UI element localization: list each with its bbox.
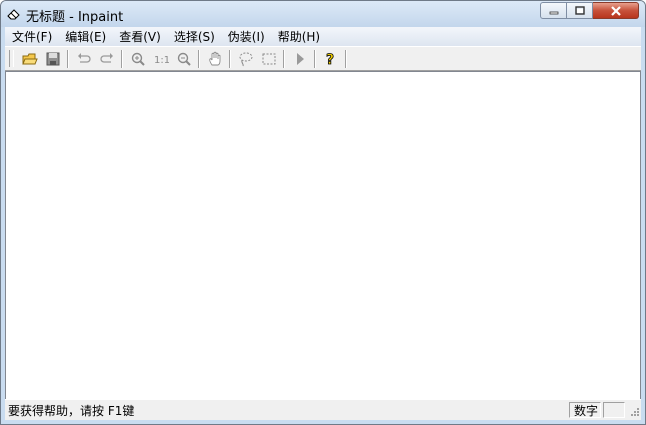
toolbar-separator xyxy=(345,49,347,68)
help-icon[interactable]: ? xyxy=(320,49,341,69)
client-area: 文件(F) 编辑(E) 查看(V) 选择(S) 伪装(I) 帮助(H) 1:1 … xyxy=(5,27,641,420)
toolbar-separator xyxy=(229,49,231,68)
minimize-button[interactable] xyxy=(540,2,567,19)
toolbar-separator xyxy=(121,49,123,68)
menu-edit[interactable]: 编辑(E) xyxy=(58,28,112,45)
svg-text:?: ? xyxy=(326,52,334,67)
toolbar-separator xyxy=(198,49,200,68)
toolbar-separator xyxy=(314,49,316,68)
lasso-icon[interactable] xyxy=(235,49,256,69)
maximize-button[interactable] xyxy=(567,2,593,19)
run-icon[interactable] xyxy=(289,49,310,69)
menu-view[interactable]: 查看(V) xyxy=(112,28,167,45)
menu-bar: 文件(F) 编辑(E) 查看(V) 选择(S) 伪装(I) 帮助(H) xyxy=(5,27,641,46)
undo-icon[interactable] xyxy=(73,49,94,69)
redo-icon[interactable] xyxy=(96,49,117,69)
open-icon[interactable] xyxy=(19,49,40,69)
window-title: 无标题 - Inpaint xyxy=(26,10,124,25)
save-icon[interactable] xyxy=(42,49,63,69)
resize-grip-icon[interactable] xyxy=(627,402,641,418)
title-bar[interactable]: 无标题 - Inpaint xyxy=(1,1,645,27)
toolbar-separator xyxy=(67,49,69,68)
svg-text:1:1: 1:1 xyxy=(154,55,169,66)
zoom-out-icon[interactable] xyxy=(173,49,194,69)
image-canvas[interactable] xyxy=(5,71,641,400)
status-bar: 要获得帮助，请按 F1键 数字 xyxy=(5,399,641,420)
eraser-app-icon xyxy=(6,6,22,22)
toolbar: 1:1 ? xyxy=(5,46,641,71)
rect-select-icon[interactable] xyxy=(258,49,279,69)
menu-file[interactable]: 文件(F) xyxy=(5,28,58,45)
actual-size-icon[interactable]: 1:1 xyxy=(150,49,171,69)
zoom-in-icon[interactable] xyxy=(127,49,148,69)
hand-icon[interactable] xyxy=(204,49,225,69)
close-button[interactable] xyxy=(593,2,639,19)
menu-select[interactable]: 选择(S) xyxy=(167,28,221,45)
status-message: 要获得帮助，请按 F1键 xyxy=(8,403,135,418)
toolbar-grip[interactable] xyxy=(9,50,14,67)
status-pane-empty xyxy=(603,402,625,418)
menu-help[interactable]: 帮助(H) xyxy=(271,28,326,45)
menu-disguise[interactable]: 伪装(I) xyxy=(221,28,271,45)
toolbar-separator xyxy=(283,49,285,68)
app-window: 无标题 - Inpaint 文件(F) 编辑(E) 查看(V) 选择(S) 伪装… xyxy=(0,0,646,425)
num-lock-indicator: 数字 xyxy=(569,402,601,418)
